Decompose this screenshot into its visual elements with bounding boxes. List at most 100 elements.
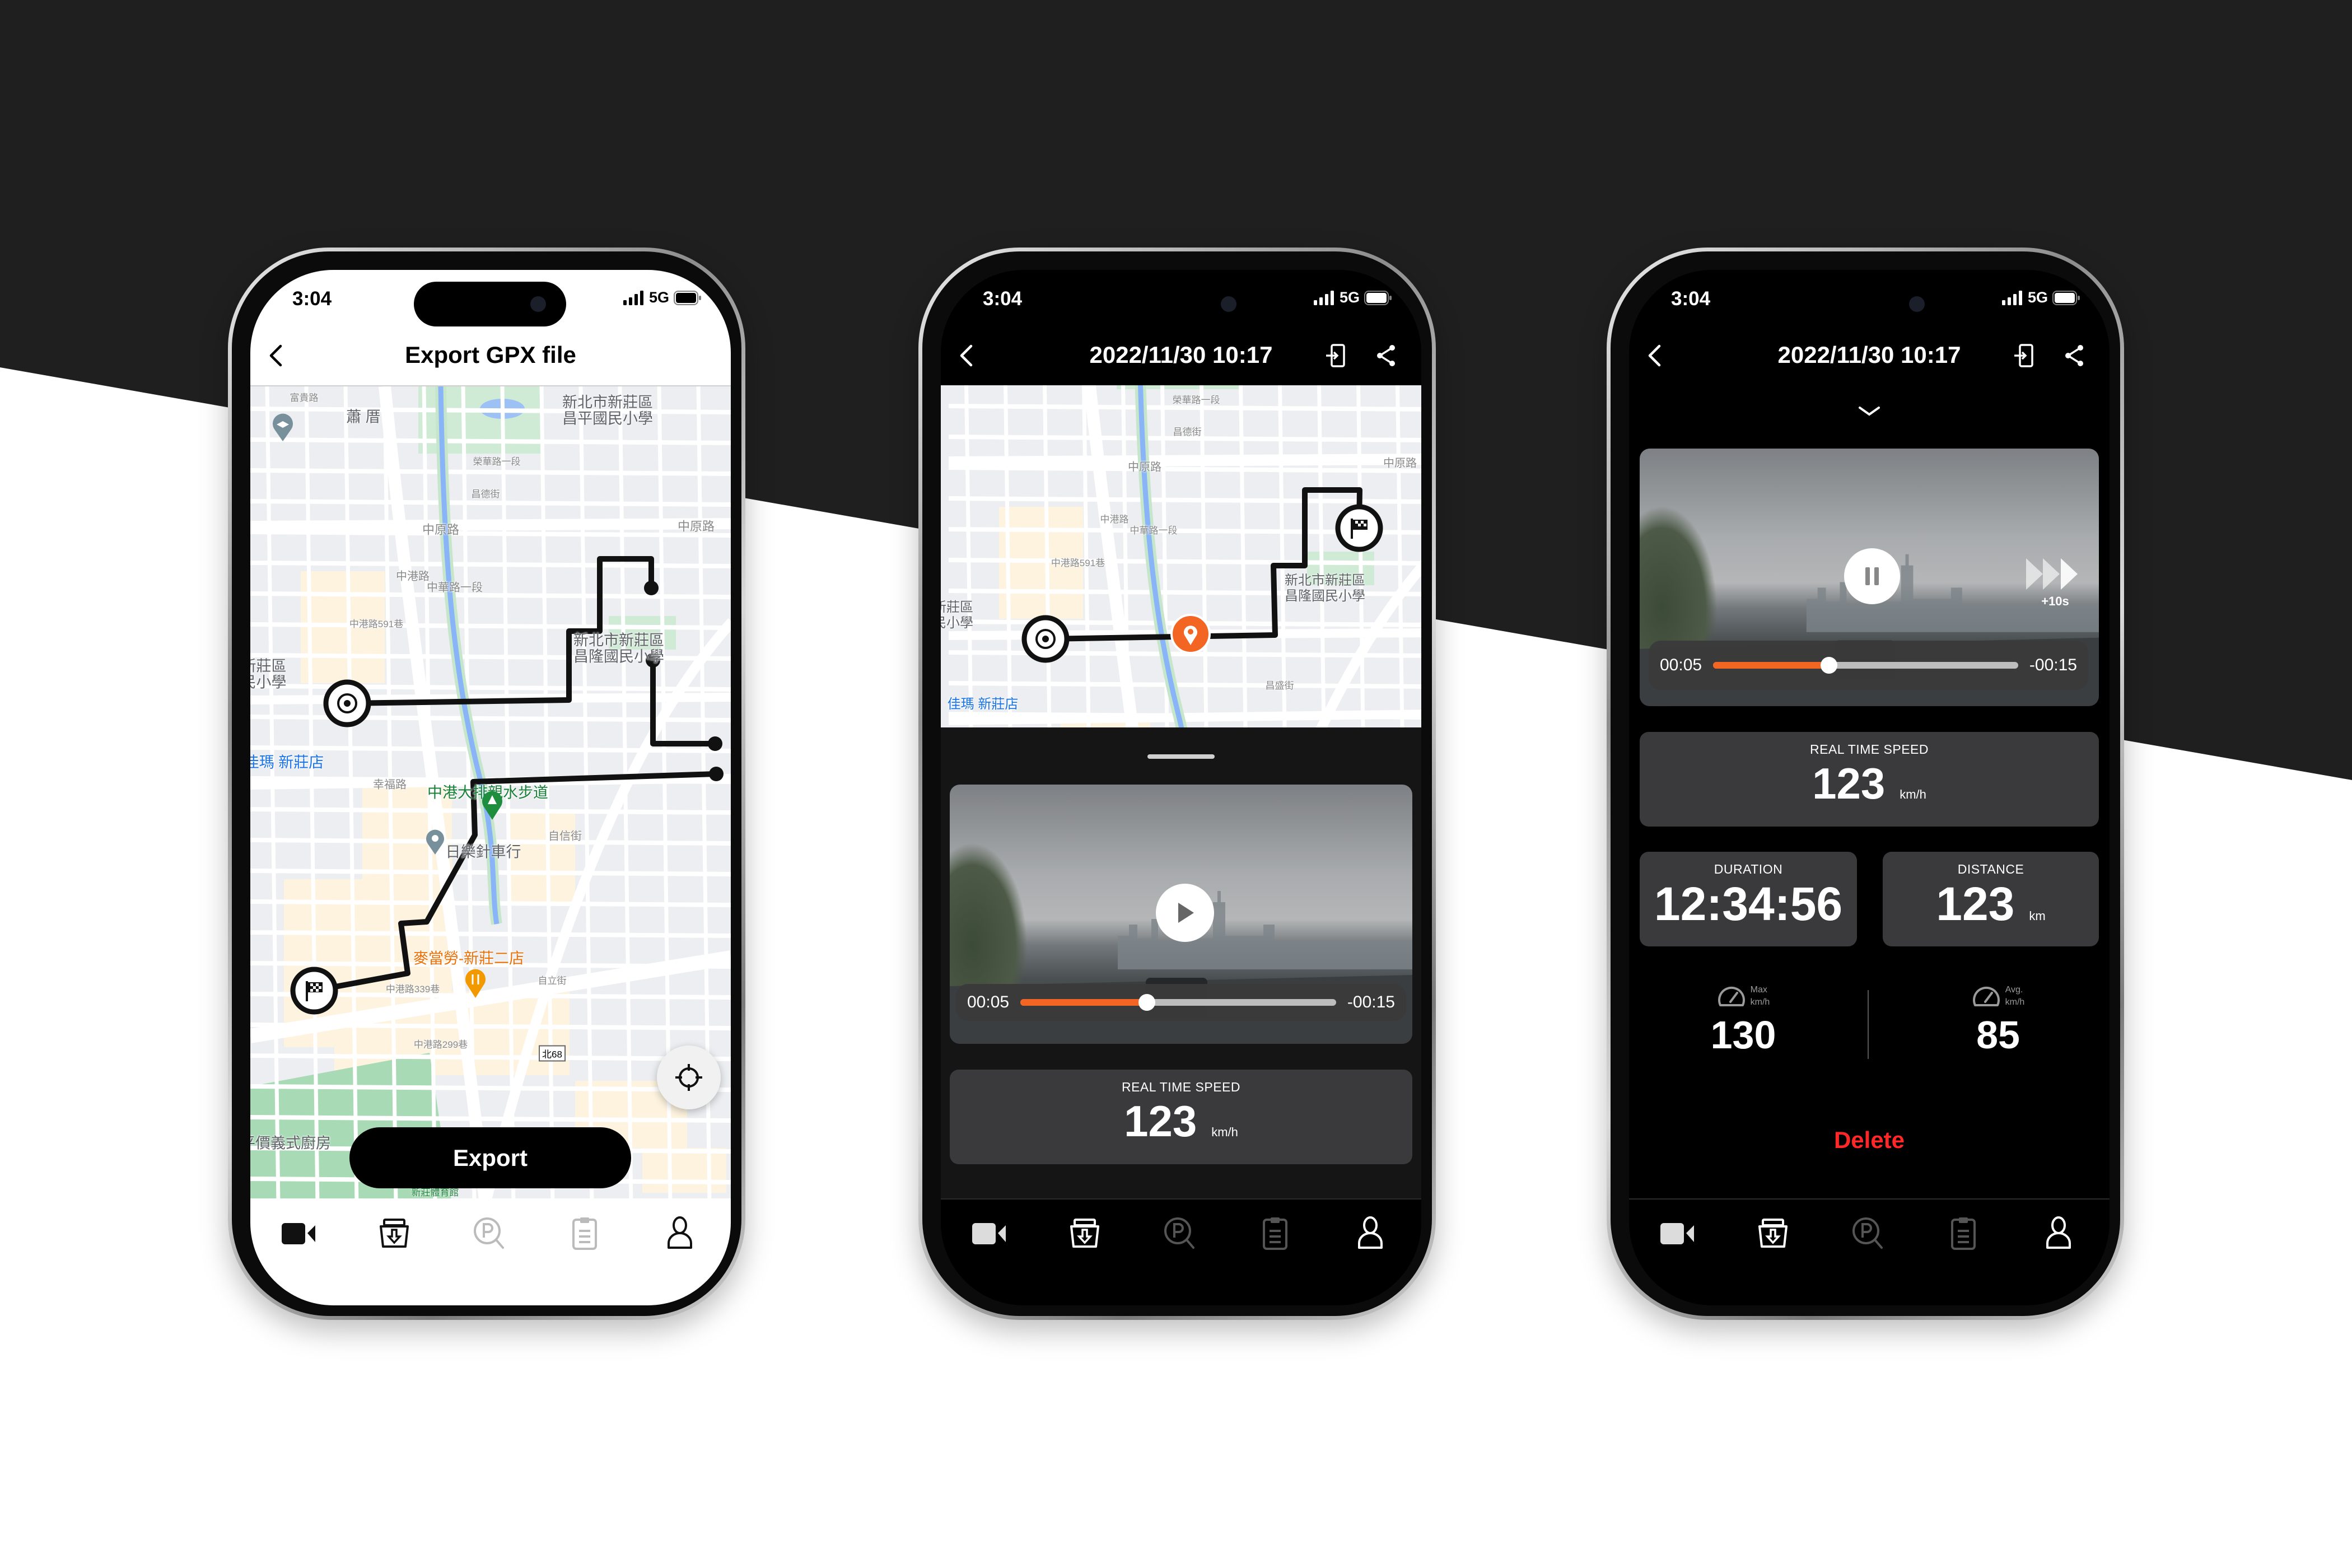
speedometer-icon [1718,986,1745,1006]
network-label: 5G [648,289,669,306]
download-tray-icon [380,1219,409,1248]
avg-label: Avg. [2005,985,2023,995]
map-label: 昌盛街 [1265,680,1294,692]
tab-clipboard[interactable] [1253,1211,1298,1256]
status-time: 3:04 [1671,288,1711,310]
map-label: 新北市新莊區 [573,632,664,649]
play-button[interactable] [1156,884,1214,942]
map-label: 中港路591巷 [349,619,404,630]
elapsed-time: 00:05 [1660,656,1702,674]
tab-video-camera[interactable] [1655,1211,1700,1256]
tab-clipboard[interactable] [562,1211,607,1256]
network-label: 5G [1339,289,1360,306]
elapsed-time: 00:05 [967,993,1010,1011]
seek-slider[interactable] [1020,994,1336,1011]
tab-download-tray[interactable] [1751,1211,1795,1256]
map-label: 蕭 厝 [346,408,381,426]
start-marker-icon [1021,615,1070,663]
sheet-drag-handle[interactable] [1147,754,1215,759]
export-file-icon[interactable] [2010,340,2040,371]
tab-person[interactable] [2036,1211,2081,1256]
map-label: 中港路339巷 [385,984,440,995]
speed-unit: km/h [1211,1125,1238,1139]
seek-handle[interactable] [1138,994,1155,1011]
route-map[interactable]: 新北市新莊區 昌平國民小學 蕭 厝 富貴路 中原路 中原路 新北市新莊區 昌隆國… [250,385,731,1198]
dynamic-island [1793,282,1945,326]
status-bar: 3:04 5G [1629,270,2110,326]
tab-person[interactable] [1348,1211,1393,1256]
map-label: 幸福路 [373,778,407,791]
speed-value: 123 [1812,759,1886,808]
map-label: 富貴路 [290,393,319,404]
tab-video-camera[interactable] [967,1211,1011,1256]
stats-divider [1868,990,1869,1059]
route-point [708,736,722,751]
map-label: 新北市新莊區 [562,394,653,411]
status-time: 3:04 [983,288,1023,310]
map-label: 中港路299巷 [413,1039,468,1051]
map-label: 中原路 [422,522,460,537]
max-label: Max [1750,985,1767,995]
tab-download-tray[interactable] [1062,1211,1107,1256]
phone-trip-map-detail: 3:04 5G 2022/11/30 10:17 榮華路一段 昌德街 中原路 中… [918,248,1436,1320]
video-camera-icon [1660,1223,1694,1244]
tab-clipboard[interactable] [1941,1211,1986,1256]
seek-slider[interactable] [1713,657,2018,674]
divider [941,1198,1421,1200]
playback-controls: 00:05 -00:15 [956,984,1406,1021]
video-camera-icon [282,1223,315,1244]
map-label: 平價義式廚房 [250,1135,331,1152]
tab-download-tray[interactable] [372,1211,417,1256]
export-file-icon[interactable] [1322,340,1352,371]
map-label: 民小學 [250,674,287,691]
playback-controls: 00:05 -00:15 [1649,641,2088,690]
parking-search-icon [1852,1217,1883,1249]
tab-parking-search[interactable] [1846,1211,1891,1256]
map-label: 新莊區 [941,600,973,615]
video-player[interactable]: 00:05 -00:15 [950,785,1412,1044]
tab-parking-search[interactable] [1158,1211,1202,1256]
avg-unit: km/h [2005,997,2025,1007]
header: 2022/11/30 10:17 [941,326,1421,385]
realtime-speed-card: REAL TIME SPEED 123 km/h [1640,732,2099,827]
max-unit: km/h [1750,997,1770,1007]
clipboard-icon [572,1217,597,1250]
page-title: Export GPX file [405,342,576,368]
screen: 3:04 5G 2022/11/30 10:17 榮華路一段 昌德街 中原路 中… [941,270,1421,1305]
realtime-speed-card: REAL TIME SPEED 123 km/h [950,1070,1412,1164]
map-label: 中原路 [1128,461,1161,474]
delete-button[interactable]: Delete [1629,1127,2110,1154]
status-bar: 3:04 5G [941,270,1421,326]
battery-icon [1364,290,1392,305]
fast-forward-icon[interactable] [2026,558,2082,590]
export-button[interactable]: Export [349,1127,631,1188]
remaining-time: -00:15 [2029,656,2077,674]
skip-forward-label: +10s [2041,594,2069,608]
duration-label: DURATION [1714,862,1783,876]
video-player[interactable]: +10s 00:05 -00:15 [1640,449,2099,706]
person-icon [2046,1216,2071,1249]
share-icon[interactable] [1371,340,1401,371]
parking-search-icon [474,1217,504,1249]
tab-person[interactable] [657,1211,702,1256]
map-label: 昌德街 [1173,427,1202,438]
screen: 3:04 5G Export GPX file 新北市新莊區 昌平國民小學 蕭 … [250,270,731,1305]
locate-me-button[interactable] [657,1046,721,1109]
header: 2022/11/30 10:17 [1629,326,2110,385]
pause-button[interactable] [1844,548,1900,604]
current-position-pin-icon [1170,614,1211,654]
dynamic-island [414,282,566,326]
seek-handle[interactable] [1821,657,1838,674]
tab-video-camera[interactable] [276,1211,321,1256]
dynamic-island [1104,282,1257,326]
tab-parking-search[interactable] [467,1211,512,1256]
map-label: 中原路 [1383,457,1417,470]
tab-bar [250,1211,731,1256]
signal-icon [623,290,643,305]
signal-icon [1313,290,1334,305]
route-map[interactable]: 榮華路一段 昌德街 中原路 中原路 新北市新莊區 昌隆國民小學 新莊區 民小學 … [941,385,1421,727]
map-label: 中港路 [1100,514,1129,525]
collapse-chevron-down-icon[interactable] [1855,403,1883,420]
share-icon[interactable] [2059,340,2089,371]
map-label: 中原路 [677,519,715,534]
